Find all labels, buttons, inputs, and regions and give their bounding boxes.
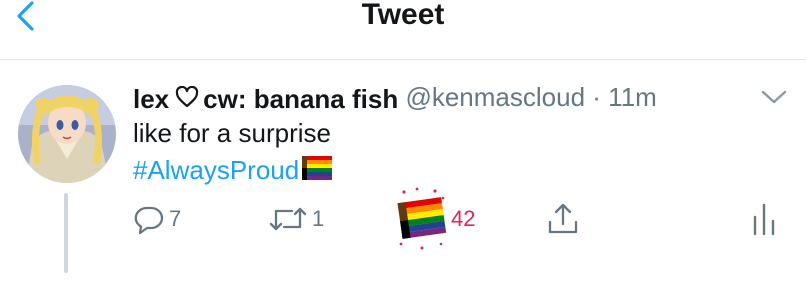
retweet-button[interactable]: 1 bbox=[268, 201, 324, 237]
tweet-text: like for a surprise bbox=[133, 118, 331, 148]
retweet-icon bbox=[269, 207, 307, 231]
chevron-down-icon bbox=[761, 90, 787, 104]
analytics-button[interactable] bbox=[750, 201, 778, 237]
top-bar: Tweet bbox=[0, 0, 806, 60]
rainbow-flag-icon bbox=[397, 187, 447, 250]
share-button[interactable] bbox=[545, 201, 581, 237]
share-icon bbox=[548, 203, 578, 234]
user-handle[interactable]: @kenmascloud bbox=[405, 82, 585, 112]
timestamp: 11m bbox=[608, 82, 657, 112]
separator-dot: · bbox=[592, 82, 601, 112]
thread-line bbox=[64, 193, 68, 273]
like-button[interactable]: 42 bbox=[397, 186, 475, 252]
rainbow-flag-icon bbox=[301, 154, 333, 189]
analytics-icon bbox=[753, 203, 775, 236]
hashtag-link[interactable]: #AlwaysProud bbox=[133, 155, 299, 185]
reply-icon bbox=[134, 206, 164, 235]
hashtag-line: #AlwaysProud bbox=[133, 154, 333, 189]
tweet-header: lex cw: banana fish @kenmascloud · 11m bbox=[133, 80, 657, 114]
avatar[interactable] bbox=[18, 85, 116, 183]
like-count: 42 bbox=[451, 206, 476, 231]
reply-button[interactable]: 7 bbox=[133, 201, 181, 237]
heart-outline-icon bbox=[175, 82, 199, 116]
page-title: Tweet bbox=[361, 0, 445, 31]
tweet-menu-button[interactable] bbox=[759, 86, 789, 108]
display-name[interactable]: lex cw: banana fish bbox=[133, 82, 398, 114]
reply-count: 7 bbox=[169, 206, 182, 231]
retweet-count: 1 bbox=[312, 206, 325, 231]
